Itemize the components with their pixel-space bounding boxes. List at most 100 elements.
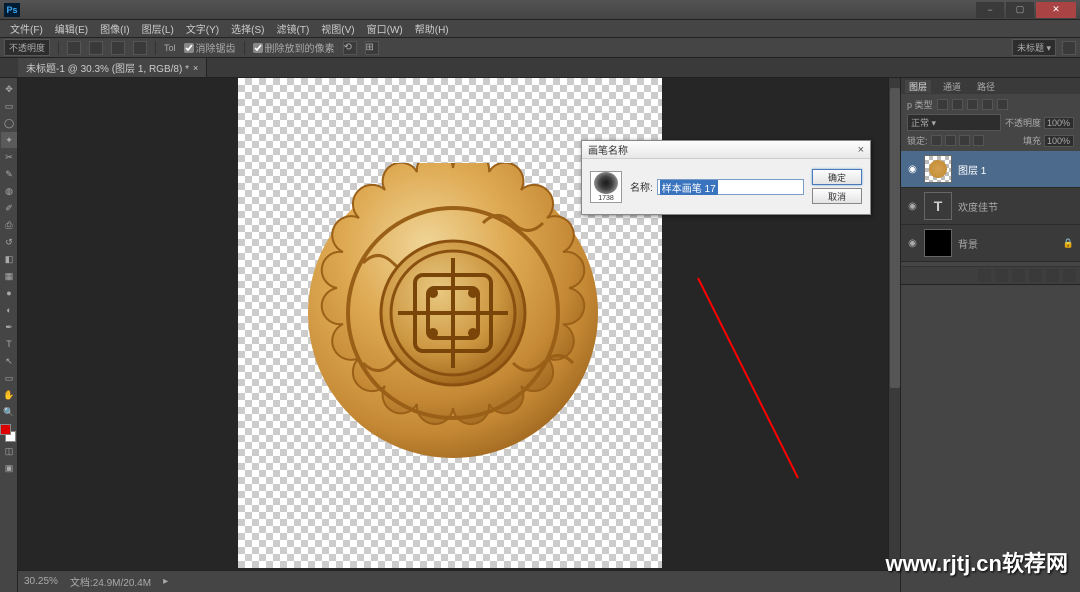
ok-button[interactable]: 确定 — [812, 169, 862, 185]
magic-wand-tool[interactable]: ✦ — [1, 132, 17, 148]
vertical-scrollbar[interactable] — [888, 78, 900, 568]
eyedropper-tool[interactable]: ✎ — [1, 166, 17, 182]
minimize-button[interactable]: − — [976, 2, 1004, 18]
layer-thumbnail[interactable] — [924, 155, 952, 183]
document-tab[interactable]: 未标题-1 @ 30.3% (图层 1, RGB/8) * × — [18, 58, 207, 77]
opt-icon-3[interactable] — [111, 41, 125, 55]
healing-tool[interactable]: ◍ — [1, 183, 17, 199]
layer-row[interactable]: ◉ 背景 🔒 — [901, 225, 1080, 262]
dialog-close-button[interactable]: × — [858, 144, 864, 156]
brush-name-input[interactable]: 样本画笔 17 — [657, 179, 804, 195]
mask-icon[interactable] — [995, 269, 1008, 282]
workspace-dropdown[interactable]: 未标题 ▾ — [1012, 39, 1056, 56]
fx-icon[interactable] — [978, 269, 991, 282]
document-tabs: 未标题-1 @ 30.3% (图层 1, RGB/8) * × — [0, 58, 1080, 78]
type-tool[interactable]: T — [1, 336, 17, 352]
marquee-tool[interactable]: ▭ — [1, 98, 17, 114]
lasso-tool[interactable]: ◯ — [1, 115, 17, 131]
shape-tool[interactable]: ▭ — [1, 370, 17, 386]
menu-view[interactable]: 视图(V) — [315, 21, 360, 36]
path-tool[interactable]: ↖ — [1, 353, 17, 369]
refine-checkbox[interactable] — [253, 43, 263, 53]
brush-preview: 1738 — [590, 171, 622, 203]
layer-visibility-icon[interactable]: ◉ — [907, 164, 918, 175]
layer-visibility-icon[interactable]: ◉ — [907, 201, 918, 212]
layer-list: ◉ 图层 1 ◉ T 欢度佳节 ◉ 背景 🔒 — [901, 151, 1080, 262]
zoom-level[interactable]: 30.25% — [24, 576, 58, 587]
filter-adjust-icon[interactable] — [952, 99, 963, 110]
dialog-titlebar[interactable]: 画笔名称 × — [582, 141, 870, 159]
menu-layer[interactable]: 图层(L) — [136, 21, 180, 36]
layer-thumbnail[interactable]: T — [924, 192, 952, 220]
fill-input[interactable] — [1044, 135, 1074, 147]
lock-icon: 🔒 — [1063, 238, 1074, 249]
hand-tool[interactable]: ✋ — [1, 387, 17, 403]
layer-name[interactable]: 背景 — [958, 236, 978, 251]
annotation-arrow — [698, 278, 818, 478]
lock-all-icon[interactable] — [973, 135, 984, 146]
scroll-thumb[interactable] — [890, 88, 900, 388]
lock-pixels-icon[interactable] — [945, 135, 956, 146]
menu-window[interactable]: 窗口(W) — [361, 21, 409, 36]
layer-name[interactable]: 图层 1 — [958, 162, 986, 177]
blur-tool[interactable]: ● — [1, 285, 17, 301]
filter-type-icon[interactable] — [967, 99, 978, 110]
adjustment-icon[interactable] — [1012, 269, 1025, 282]
opt-scrub-icon[interactable]: ⟲ — [343, 41, 357, 55]
opacity-input[interactable] — [1044, 117, 1074, 129]
foreground-color[interactable] — [0, 424, 11, 435]
status-arrow-icon[interactable]: ▸ — [163, 576, 168, 587]
menu-file[interactable]: 文件(F) — [4, 21, 49, 36]
pen-tool[interactable]: ✒ — [1, 319, 17, 335]
opt-zoom-icon[interactable]: ⊞ — [365, 41, 379, 55]
maximize-button[interactable]: ▢ — [1006, 2, 1034, 18]
layer-thumbnail[interactable] — [924, 229, 952, 257]
group-icon[interactable] — [1029, 269, 1042, 282]
options-bar: 不透明度 Tol 消除锯齿 删除放到的像素 ⟲ ⊞ 未标题 ▾ — [0, 38, 1080, 58]
move-tool[interactable]: ✥ — [1, 81, 17, 97]
lock-transparent-icon[interactable] — [931, 135, 942, 146]
menu-image[interactable]: 图像(I) — [94, 21, 135, 36]
filter-image-icon[interactable] — [937, 99, 948, 110]
lock-position-icon[interactable] — [959, 135, 970, 146]
menu-type[interactable]: 文字(Y) — [180, 21, 225, 36]
layer-row[interactable]: ◉ 图层 1 — [901, 151, 1080, 188]
search-icon[interactable] — [1062, 41, 1076, 55]
menu-select[interactable]: 选择(S) — [225, 21, 270, 36]
anti-alias-checkbox[interactable] — [184, 43, 194, 53]
tab-paths[interactable]: 路径 — [973, 80, 999, 93]
layer-row[interactable]: ◉ T 欢度佳节 — [901, 188, 1080, 225]
opt-icon-1[interactable] — [67, 41, 81, 55]
filter-smart-icon[interactable] — [997, 99, 1008, 110]
close-app-button[interactable]: ✕ — [1036, 2, 1076, 18]
tool-preset-dropdown[interactable]: 不透明度 — [4, 39, 50, 56]
cancel-button[interactable]: 取消 — [812, 188, 862, 204]
dodge-tool[interactable]: ◐ — [1, 302, 17, 318]
stamp-tool[interactable]: ⎙ — [1, 217, 17, 233]
delete-layer-icon[interactable] — [1063, 269, 1076, 282]
brush-tool[interactable]: ✐ — [1, 200, 17, 216]
menu-filter[interactable]: 滤镜(T) — [271, 21, 316, 36]
crop-tool[interactable]: ✂ — [1, 149, 17, 165]
menu-help[interactable]: 帮助(H) — [409, 21, 455, 36]
zoom-tool[interactable]: 🔍 — [1, 404, 17, 420]
history-brush-tool[interactable]: ↺ — [1, 234, 17, 250]
tab-channels[interactable]: 通道 — [939, 80, 965, 93]
document-tab-close[interactable]: × — [193, 63, 198, 73]
screenmode-tool[interactable]: ▣ — [1, 460, 17, 476]
layer-visibility-icon[interactable]: ◉ — [907, 238, 918, 249]
tools-panel: ✥ ▭ ◯ ✦ ✂ ✎ ◍ ✐ ⎙ ↺ ◧ ▦ ● ◐ ✒ T ↖ ▭ ✋ 🔍 … — [0, 78, 18, 592]
filter-shape-icon[interactable] — [982, 99, 993, 110]
opt-icon-2[interactable] — [89, 41, 103, 55]
opt-icon-4[interactable] — [133, 41, 147, 55]
kind-label: p 类型 — [907, 98, 933, 111]
eraser-tool[interactable]: ◧ — [1, 251, 17, 267]
tab-layers[interactable]: 图层 — [905, 80, 931, 93]
blend-mode-dropdown[interactable]: 正常 ▾ — [907, 114, 1001, 131]
gradient-tool[interactable]: ▦ — [1, 268, 17, 284]
quickmask-tool[interactable]: ◫ — [1, 443, 17, 459]
new-layer-icon[interactable] — [1046, 269, 1059, 282]
color-swatches[interactable] — [0, 424, 16, 442]
layer-name[interactable]: 欢度佳节 — [958, 199, 998, 214]
menu-edit[interactable]: 编辑(E) — [49, 21, 94, 36]
